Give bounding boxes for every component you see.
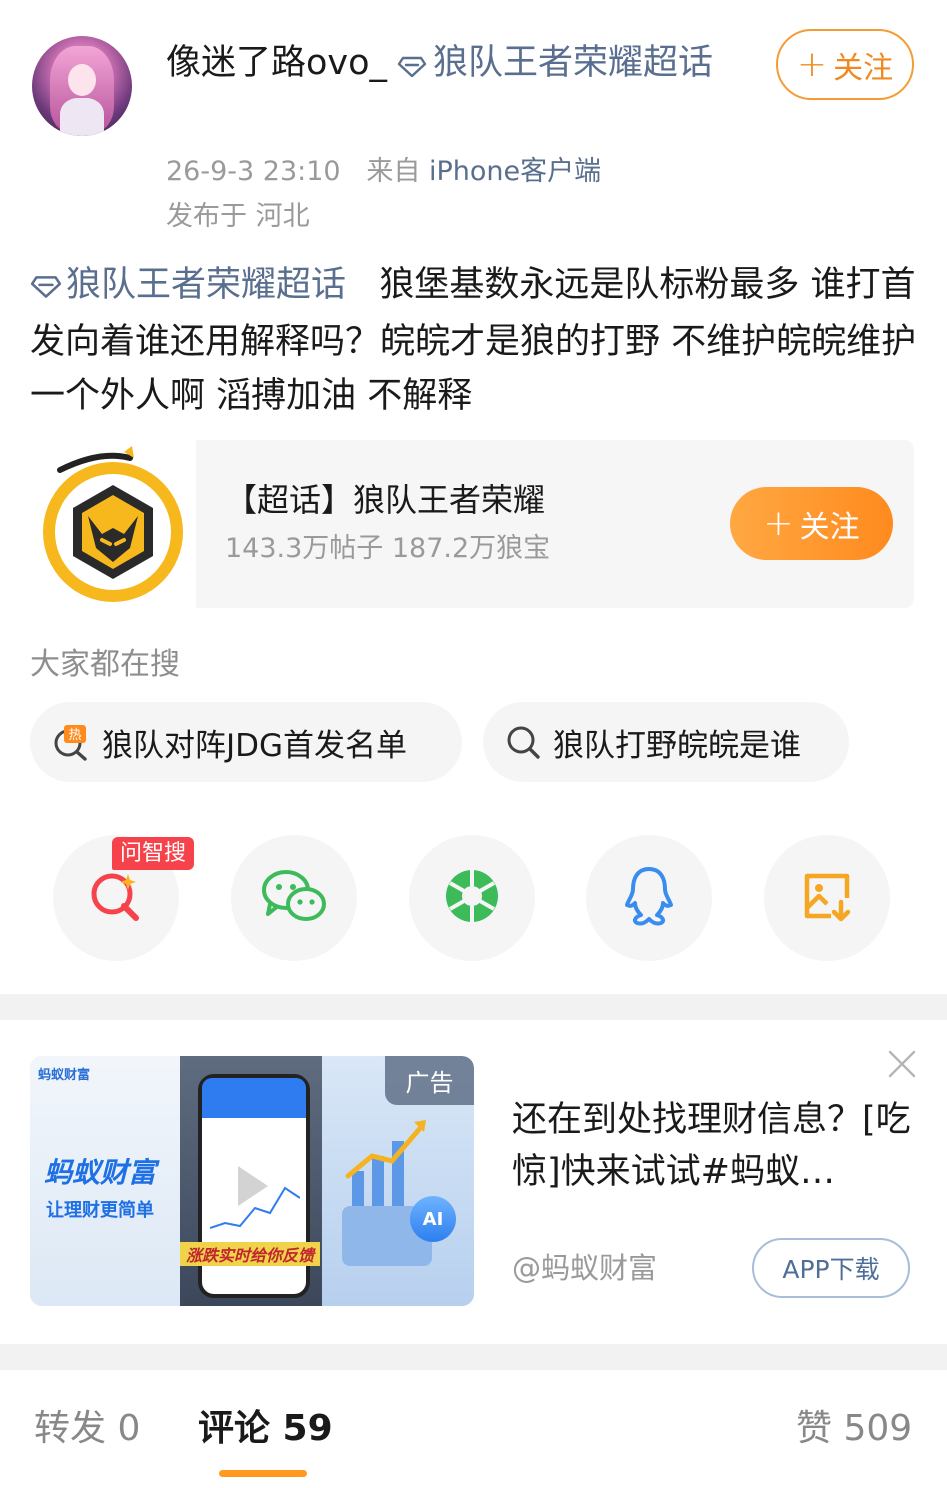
- ad-image[interactable]: 蚂蚁财富 蚂蚁财富 让理财更简单 涨跌实时给你反馈 广告 AI: [30, 1056, 474, 1306]
- section-divider: [0, 994, 947, 1020]
- topic-follow-button[interactable]: + 关注: [730, 487, 893, 560]
- super-topic-card[interactable]: 【超话】狼队王者荣耀 143.3万帖子 187.2万狼宝 + 关注: [30, 440, 914, 608]
- diamond-icon: [30, 261, 62, 315]
- play-icon: [238, 1166, 268, 1206]
- post-client[interactable]: iPhone客户端: [429, 156, 601, 187]
- wechat-share-button[interactable]: [231, 835, 357, 961]
- ad-brand-big: 蚂蚁财富: [44, 1156, 157, 1189]
- ad-phone-header: [202, 1078, 306, 1118]
- save-image-icon: [799, 868, 855, 928]
- avatar-dress: [60, 98, 104, 136]
- topic-stats: 143.3万帖子 187.2万狼宝: [225, 533, 551, 564]
- moments-share-button[interactable]: [409, 835, 535, 961]
- ad-source[interactable]: @蚂蚁财富: [512, 1248, 657, 1288]
- diamond-icon: [397, 44, 427, 90]
- follow-button[interactable]: + 关注: [776, 29, 914, 100]
- wolves-logo-icon: [30, 440, 196, 608]
- section-divider: [0, 1344, 947, 1370]
- topic-follow-label: 关注: [799, 509, 860, 545]
- post-location: 发布于 河北: [166, 201, 310, 232]
- ad-left-panel: 蚂蚁财富 蚂蚁财富 让理财更简单: [30, 1056, 180, 1306]
- author-topic-link[interactable]: 狼队王者荣耀超话: [433, 43, 713, 83]
- tab-comment[interactable]: 评论 59: [198, 1405, 333, 1453]
- wechat-icon: [260, 866, 328, 930]
- post-body: 狼队王者荣耀超话 狼堡基数永远是队标粉最多 谁打首发向着谁还用解释吗？皖皖才是狼…: [30, 258, 920, 423]
- close-icon[interactable]: [886, 1048, 918, 1080]
- tab-like[interactable]: 赞 509: [796, 1405, 912, 1453]
- app-download-button[interactable]: APP下载: [752, 1238, 910, 1298]
- plus-icon: +: [796, 44, 828, 85]
- avatar[interactable]: [32, 36, 132, 136]
- ad-label: 广告: [385, 1056, 474, 1105]
- search-chip[interactable]: 热 狼队对阵JDG首发名单: [30, 702, 462, 782]
- ask-search-icon: [86, 866, 146, 930]
- ad-slogan: 让理财更简单: [46, 1200, 154, 1221]
- post-timestamp: 26-9-3 23:10: [166, 156, 341, 187]
- search-icon: [505, 724, 541, 760]
- tab-repost[interactable]: 转发 0: [34, 1405, 140, 1453]
- ad-brand-small: 蚂蚁财富: [38, 1068, 91, 1083]
- author-header: 像迷了路ovo_ 狼队王者荣耀超话: [166, 40, 756, 90]
- search-chip-label: 狼队对阵JDG首发名单: [102, 727, 408, 764]
- source-prefix: 来自: [366, 156, 421, 187]
- post-meta: 26-9-3 23:10 来自 iPhone客户端: [166, 153, 601, 191]
- save-image-button[interactable]: [764, 835, 890, 961]
- ask-search-badge: 问智搜: [112, 837, 195, 870]
- search-chip[interactable]: 狼队打野皖皖是谁: [483, 702, 849, 782]
- post-topic-link[interactable]: 狼队王者荣耀超话: [66, 265, 346, 305]
- ai-badge: AI: [410, 1196, 456, 1242]
- qq-icon: [621, 865, 677, 931]
- plus-icon: +: [763, 503, 794, 544]
- avatar-face: [68, 64, 96, 96]
- svg-text:热: 热: [68, 728, 81, 743]
- topic-name: 【超话】狼队王者荣耀: [225, 481, 546, 519]
- ad-title[interactable]: 还在到处找理财信息？[吃惊]快来试试#蚂蚁…: [512, 1094, 912, 1198]
- qq-share-button[interactable]: [586, 835, 712, 961]
- hot-search-icon: 热: [52, 723, 90, 761]
- search-chip-label: 狼队打野皖皖是谁: [553, 727, 801, 764]
- search-section-title: 大家都在搜: [30, 647, 180, 682]
- active-tab-indicator: [219, 1470, 307, 1477]
- follow-label: 关注: [833, 50, 894, 86]
- author-name[interactable]: 像迷了路ovo_: [166, 43, 387, 83]
- moments-icon: [442, 866, 502, 930]
- ad-banner: 涨跌实时给你反馈: [180, 1242, 320, 1266]
